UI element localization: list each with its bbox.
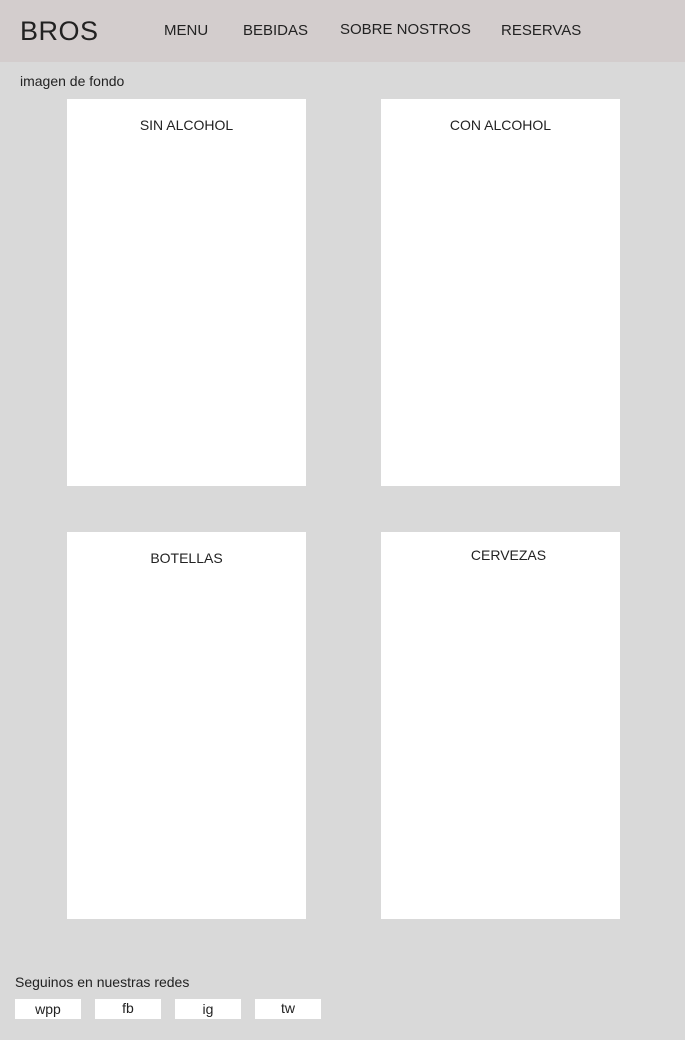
social-button-twitter[interactable]: tw — [255, 999, 321, 1019]
nav-item-menu[interactable]: MENU — [164, 22, 208, 40]
category-card-sin-alcohol[interactable]: SIN ALCOHOL — [67, 99, 306, 486]
nav-item-reservas[interactable]: RESERVAS — [501, 22, 581, 40]
category-card-botellas[interactable]: BOTELLAS — [67, 532, 306, 919]
category-card-title: CON ALCOHOL — [449, 117, 552, 133]
category-card-title: CERVEZAS — [470, 547, 547, 563]
site-logo[interactable]: BROS — [20, 14, 99, 48]
category-card-cervezas[interactable]: CERVEZAS — [381, 532, 620, 919]
nav-item-bebidas[interactable]: BEBIDAS — [243, 22, 308, 40]
social-button-instagram[interactable]: ig — [175, 999, 241, 1019]
social-button-whatsapp[interactable]: wpp — [15, 999, 81, 1019]
site-header: BROS MENU BEBIDAS SOBRE NOSTROS RESERVAS — [0, 0, 685, 62]
category-card-title: SIN ALCOHOL — [139, 117, 234, 133]
social-button-facebook[interactable]: fb — [95, 999, 161, 1019]
social-label: Seguinos en nuestras redes — [15, 974, 190, 990]
category-card-title: BOTELLAS — [150, 550, 223, 566]
category-card-con-alcohol[interactable]: CON ALCOHOL — [381, 99, 620, 486]
nav-item-sobre-nosotros[interactable]: SOBRE NOSTROS — [340, 21, 471, 39]
background-image-placeholder-label: imagen de fondo — [20, 73, 125, 89]
